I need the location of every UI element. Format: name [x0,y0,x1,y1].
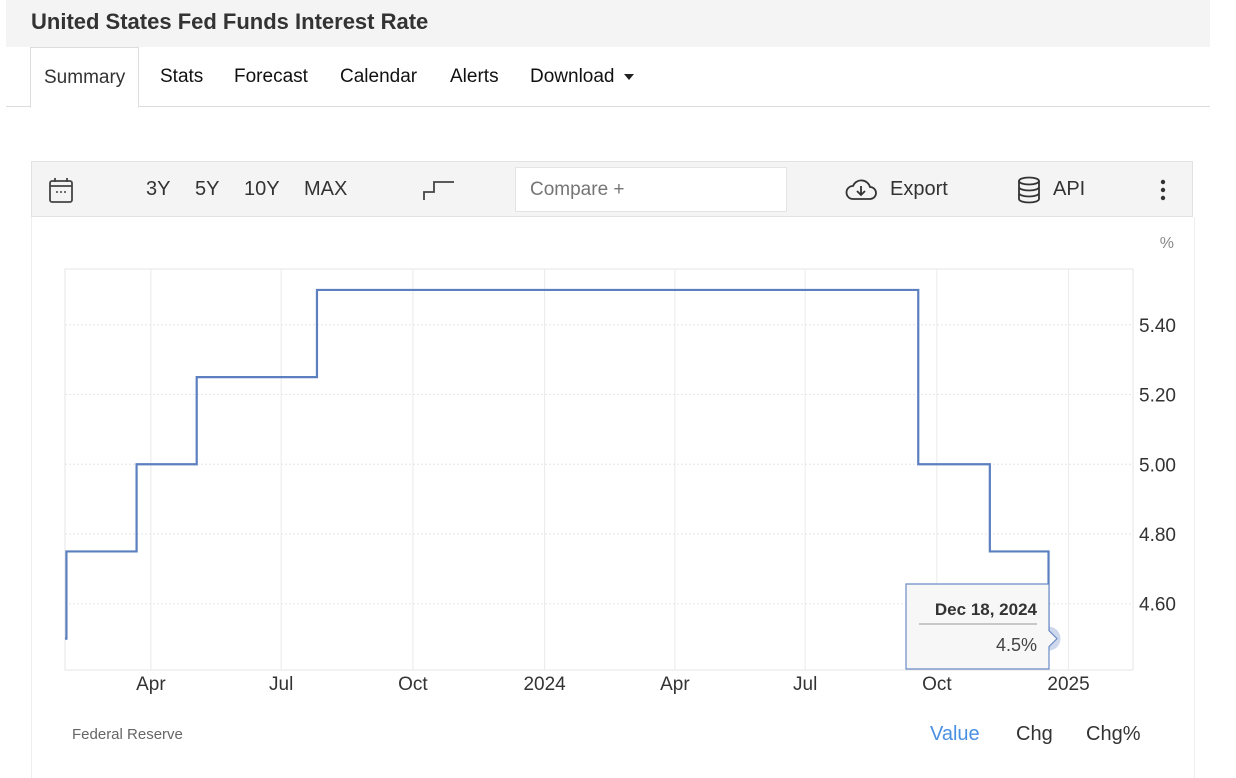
x-tick-label: 2025 [1047,674,1089,695]
x-tick-label: Jul [269,674,293,695]
x-tick-label: Apr [660,674,690,695]
tooltip-box [905,583,1058,670]
mode-chg[interactable]: Chg [1016,723,1053,746]
tooltip-value: 4.5% [996,635,1037,655]
y-tick-label: 5.20 [1139,386,1176,407]
y-tick-label: 5.40 [1139,316,1176,337]
x-tick-label: Apr [136,674,166,695]
tooltip-date: Dec 18, 2024 [935,600,1038,619]
y-tick-label: 4.80 [1139,525,1176,546]
x-tick-label: Jul [793,674,817,695]
fed-funds-chart[interactable]: % Apr Jul Oct 2024 Apr Jul Oct 2025 4.60 4.80 5.00… [0,0,1236,778]
y-tick-label: 4.60 [1139,595,1176,616]
x-tick-label: Oct [922,674,952,695]
source-label: Federal Reserve [72,726,183,743]
tooltip: Dec 18, 2024 4.5% [905,583,1058,670]
mode-value[interactable]: Value [930,723,980,746]
x-tick-label: Oct [398,674,428,695]
unit-label: % [1160,235,1174,252]
x-tick-label: 2024 [523,674,566,695]
y-tick-label: 5.00 [1139,455,1176,476]
mode-chg-pct[interactable]: Chg% [1086,723,1140,746]
